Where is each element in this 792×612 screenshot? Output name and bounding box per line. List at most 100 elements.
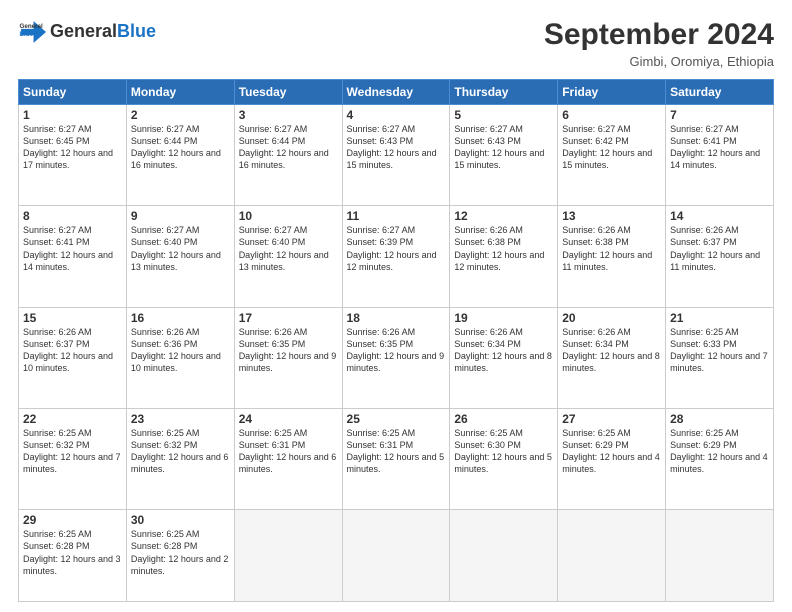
table-row: 4Sunrise: 6:27 AMSunset: 6:43 PMDaylight…	[342, 105, 450, 206]
day-info: Sunrise: 6:26 AMSunset: 6:38 PMDaylight:…	[454, 224, 553, 273]
day-info: Sunrise: 6:25 AMSunset: 6:28 PMDaylight:…	[23, 528, 122, 577]
table-row	[558, 510, 666, 602]
day-number: 13	[562, 209, 661, 223]
day-number: 6	[562, 108, 661, 122]
col-sunday: Sunday	[19, 80, 127, 105]
col-tuesday: Tuesday	[234, 80, 342, 105]
table-row: 7Sunrise: 6:27 AMSunset: 6:41 PMDaylight…	[666, 105, 774, 206]
table-row: 30Sunrise: 6:25 AMSunset: 6:28 PMDayligh…	[126, 510, 234, 602]
table-row: 21Sunrise: 6:25 AMSunset: 6:33 PMDayligh…	[666, 307, 774, 408]
page: General Blue GeneralBlue September 2024 …	[0, 0, 792, 612]
day-info: Sunrise: 6:25 AMSunset: 6:32 PMDaylight:…	[131, 427, 230, 476]
day-number: 10	[239, 209, 338, 223]
table-row: 12Sunrise: 6:26 AMSunset: 6:38 PMDayligh…	[450, 206, 558, 307]
table-row: 28Sunrise: 6:25 AMSunset: 6:29 PMDayligh…	[666, 408, 774, 509]
col-wednesday: Wednesday	[342, 80, 450, 105]
day-info: Sunrise: 6:26 AMSunset: 6:34 PMDaylight:…	[562, 326, 661, 375]
day-info: Sunrise: 6:27 AMSunset: 6:43 PMDaylight:…	[454, 123, 553, 172]
table-row: 3Sunrise: 6:27 AMSunset: 6:44 PMDaylight…	[234, 105, 342, 206]
month-title: September 2024	[544, 18, 774, 52]
calendar-header-row: Sunday Monday Tuesday Wednesday Thursday…	[19, 80, 774, 105]
day-info: Sunrise: 6:26 AMSunset: 6:35 PMDaylight:…	[239, 326, 338, 375]
table-row	[234, 510, 342, 602]
day-info: Sunrise: 6:25 AMSunset: 6:31 PMDaylight:…	[347, 427, 446, 476]
logo: General Blue GeneralBlue	[18, 18, 156, 46]
day-number: 25	[347, 412, 446, 426]
day-number: 28	[670, 412, 769, 426]
day-number: 19	[454, 311, 553, 325]
day-info: Sunrise: 6:25 AMSunset: 6:29 PMDaylight:…	[670, 427, 769, 476]
col-thursday: Thursday	[450, 80, 558, 105]
day-info: Sunrise: 6:25 AMSunset: 6:32 PMDaylight:…	[23, 427, 122, 476]
day-info: Sunrise: 6:27 AMSunset: 6:39 PMDaylight:…	[347, 224, 446, 273]
day-number: 1	[23, 108, 122, 122]
day-number: 27	[562, 412, 661, 426]
calendar-table: Sunday Monday Tuesday Wednesday Thursday…	[18, 79, 774, 602]
day-number: 24	[239, 412, 338, 426]
calendar-week-row: 8Sunrise: 6:27 AMSunset: 6:41 PMDaylight…	[19, 206, 774, 307]
table-row: 6Sunrise: 6:27 AMSunset: 6:42 PMDaylight…	[558, 105, 666, 206]
table-row: 29Sunrise: 6:25 AMSunset: 6:28 PMDayligh…	[19, 510, 127, 602]
day-info: Sunrise: 6:27 AMSunset: 6:44 PMDaylight:…	[131, 123, 230, 172]
day-info: Sunrise: 6:27 AMSunset: 6:45 PMDaylight:…	[23, 123, 122, 172]
table-row: 25Sunrise: 6:25 AMSunset: 6:31 PMDayligh…	[342, 408, 450, 509]
day-info: Sunrise: 6:27 AMSunset: 6:44 PMDaylight:…	[239, 123, 338, 172]
col-friday: Friday	[558, 80, 666, 105]
day-number: 9	[131, 209, 230, 223]
day-number: 14	[670, 209, 769, 223]
calendar-week-row: 22Sunrise: 6:25 AMSunset: 6:32 PMDayligh…	[19, 408, 774, 509]
day-info: Sunrise: 6:26 AMSunset: 6:38 PMDaylight:…	[562, 224, 661, 273]
table-row: 2Sunrise: 6:27 AMSunset: 6:44 PMDaylight…	[126, 105, 234, 206]
day-number: 16	[131, 311, 230, 325]
table-row: 27Sunrise: 6:25 AMSunset: 6:29 PMDayligh…	[558, 408, 666, 509]
day-info: Sunrise: 6:26 AMSunset: 6:37 PMDaylight:…	[23, 326, 122, 375]
table-row: 24Sunrise: 6:25 AMSunset: 6:31 PMDayligh…	[234, 408, 342, 509]
col-saturday: Saturday	[666, 80, 774, 105]
table-row: 1Sunrise: 6:27 AMSunset: 6:45 PMDaylight…	[19, 105, 127, 206]
day-info: Sunrise: 6:26 AMSunset: 6:37 PMDaylight:…	[670, 224, 769, 273]
day-number: 18	[347, 311, 446, 325]
table-row	[450, 510, 558, 602]
day-info: Sunrise: 6:25 AMSunset: 6:29 PMDaylight:…	[562, 427, 661, 476]
day-number: 5	[454, 108, 553, 122]
day-info: Sunrise: 6:25 AMSunset: 6:31 PMDaylight:…	[239, 427, 338, 476]
title-block: September 2024 Gimbi, Oromiya, Ethiopia	[544, 18, 774, 69]
table-row: 20Sunrise: 6:26 AMSunset: 6:34 PMDayligh…	[558, 307, 666, 408]
calendar-week-row: 29Sunrise: 6:25 AMSunset: 6:28 PMDayligh…	[19, 510, 774, 602]
table-row: 15Sunrise: 6:26 AMSunset: 6:37 PMDayligh…	[19, 307, 127, 408]
day-number: 3	[239, 108, 338, 122]
table-row: 23Sunrise: 6:25 AMSunset: 6:32 PMDayligh…	[126, 408, 234, 509]
table-row: 5Sunrise: 6:27 AMSunset: 6:43 PMDaylight…	[450, 105, 558, 206]
day-number: 23	[131, 412, 230, 426]
day-number: 20	[562, 311, 661, 325]
day-info: Sunrise: 6:26 AMSunset: 6:34 PMDaylight:…	[454, 326, 553, 375]
table-row: 11Sunrise: 6:27 AMSunset: 6:39 PMDayligh…	[342, 206, 450, 307]
day-info: Sunrise: 6:27 AMSunset: 6:40 PMDaylight:…	[131, 224, 230, 273]
day-info: Sunrise: 6:27 AMSunset: 6:41 PMDaylight:…	[23, 224, 122, 273]
svg-text:Blue: Blue	[20, 31, 34, 38]
day-info: Sunrise: 6:26 AMSunset: 6:35 PMDaylight:…	[347, 326, 446, 375]
day-number: 21	[670, 311, 769, 325]
day-number: 26	[454, 412, 553, 426]
location: Gimbi, Oromiya, Ethiopia	[544, 54, 774, 69]
header: General Blue GeneralBlue September 2024 …	[18, 18, 774, 69]
table-row	[342, 510, 450, 602]
day-number: 22	[23, 412, 122, 426]
table-row: 17Sunrise: 6:26 AMSunset: 6:35 PMDayligh…	[234, 307, 342, 408]
day-info: Sunrise: 6:25 AMSunset: 6:28 PMDaylight:…	[131, 528, 230, 577]
day-number: 15	[23, 311, 122, 325]
day-info: Sunrise: 6:27 AMSunset: 6:41 PMDaylight:…	[670, 123, 769, 172]
col-monday: Monday	[126, 80, 234, 105]
table-row: 22Sunrise: 6:25 AMSunset: 6:32 PMDayligh…	[19, 408, 127, 509]
day-number: 29	[23, 513, 122, 527]
day-number: 12	[454, 209, 553, 223]
calendar-week-row: 1Sunrise: 6:27 AMSunset: 6:45 PMDaylight…	[19, 105, 774, 206]
day-number: 2	[131, 108, 230, 122]
day-info: Sunrise: 6:27 AMSunset: 6:42 PMDaylight:…	[562, 123, 661, 172]
table-row: 14Sunrise: 6:26 AMSunset: 6:37 PMDayligh…	[666, 206, 774, 307]
day-number: 11	[347, 209, 446, 223]
table-row: 9Sunrise: 6:27 AMSunset: 6:40 PMDaylight…	[126, 206, 234, 307]
day-number: 30	[131, 513, 230, 527]
day-number: 7	[670, 108, 769, 122]
table-row: 19Sunrise: 6:26 AMSunset: 6:34 PMDayligh…	[450, 307, 558, 408]
